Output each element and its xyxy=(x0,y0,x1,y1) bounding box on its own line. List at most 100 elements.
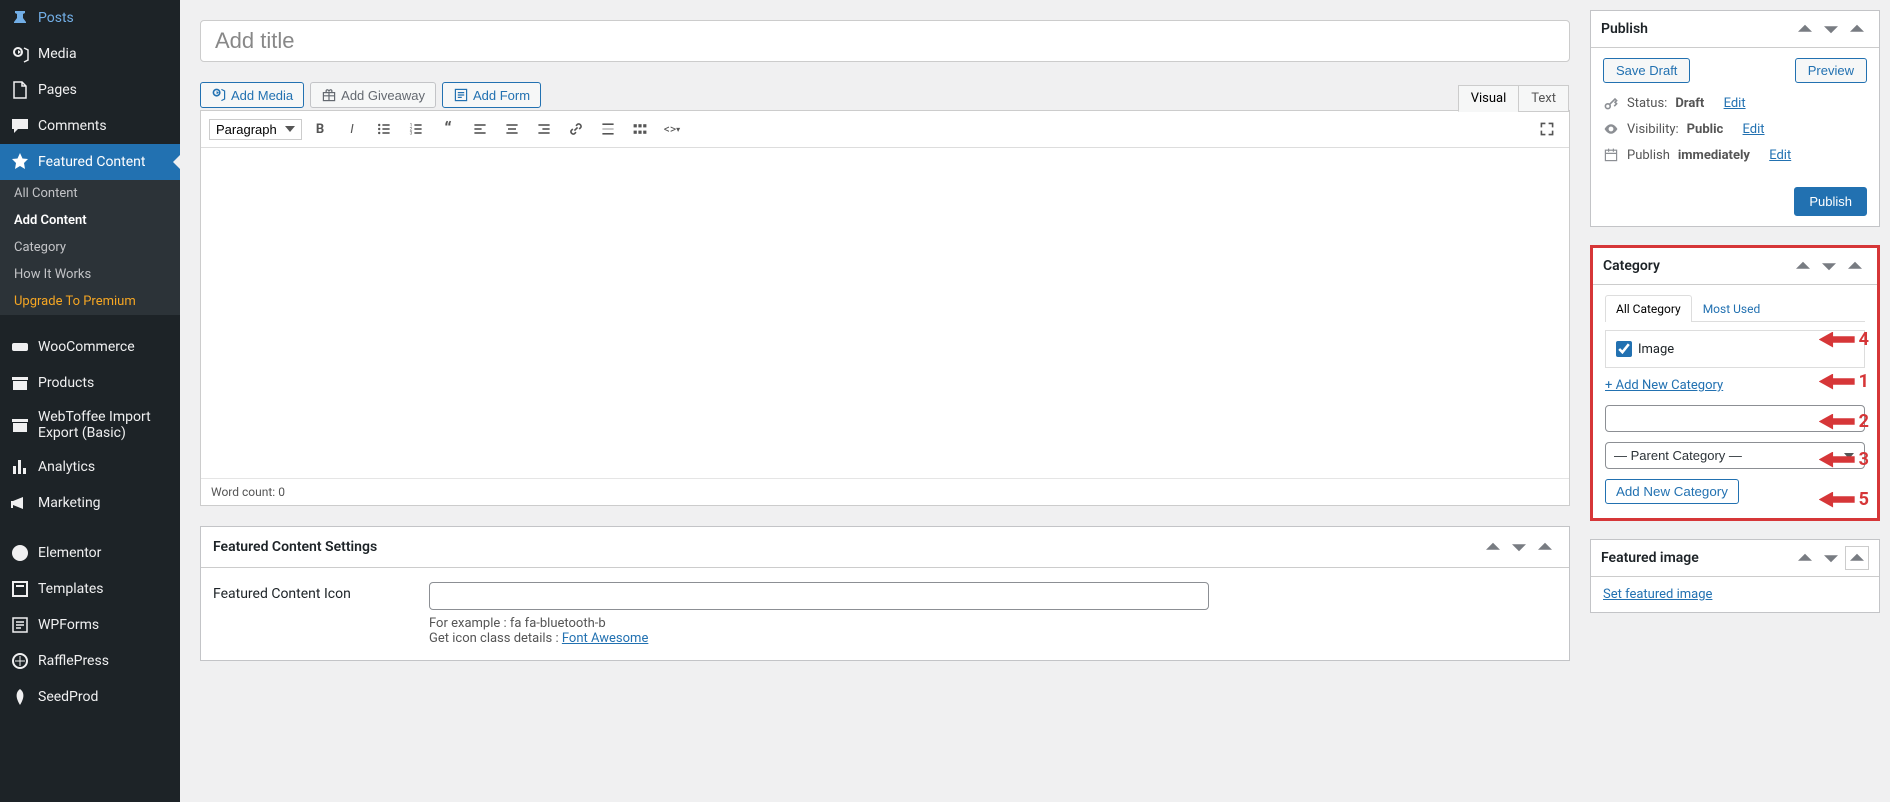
sidebar-item-comments[interactable]: Comments xyxy=(0,108,180,144)
submenu-add-content[interactable]: Add Content xyxy=(0,207,180,234)
align-center-button[interactable] xyxy=(498,115,526,143)
seed-icon xyxy=(10,687,30,707)
save-draft-button[interactable]: Save Draft xyxy=(1603,58,1690,83)
quote-button[interactable]: “ xyxy=(434,115,462,143)
sidebar-item-templates[interactable]: Templates xyxy=(0,571,180,607)
add-media-button[interactable]: Add Media xyxy=(200,82,304,108)
move-up-button[interactable] xyxy=(1793,546,1817,570)
category-checkbox[interactable] xyxy=(1616,341,1632,357)
submenu-how-it-works[interactable]: How It Works xyxy=(0,261,180,288)
submenu-upgrade[interactable]: Upgrade To Premium xyxy=(0,288,180,315)
format-select[interactable]: Paragraph xyxy=(209,119,302,140)
tab-text[interactable]: Text xyxy=(1518,85,1569,112)
category-title: Category xyxy=(1603,258,1791,274)
featured-image-title: Featured image xyxy=(1601,550,1793,566)
edit-status-link[interactable]: Edit xyxy=(1724,96,1746,111)
annotation-arrow-4: 4 xyxy=(1819,329,1869,350)
publish-button[interactable]: Publish xyxy=(1794,187,1867,216)
toolbar-toggle-button[interactable] xyxy=(626,115,654,143)
icon-help: For example : fa fa-bluetooth-b Get icon… xyxy=(429,616,1557,646)
move-down-button[interactable] xyxy=(1819,17,1843,41)
sidebar-item-analytics[interactable]: Analytics xyxy=(0,449,180,485)
italic-button[interactable]: I xyxy=(338,115,366,143)
sidebar-item-label: Templates xyxy=(38,581,104,597)
add-category-button[interactable]: Add New Category xyxy=(1605,479,1739,504)
bullet-list-button[interactable] xyxy=(370,115,398,143)
submenu-all-content[interactable]: All Content xyxy=(0,180,180,207)
move-down-button[interactable] xyxy=(1817,254,1841,278)
tab-most-used[interactable]: Most Used xyxy=(1692,295,1772,322)
star-icon xyxy=(10,152,30,172)
add-category-link[interactable]: + Add New Category xyxy=(1605,378,1723,393)
submenu-category[interactable]: Category xyxy=(0,234,180,261)
move-up-button[interactable] xyxy=(1793,17,1817,41)
megaphone-icon xyxy=(10,493,30,513)
readmore-button[interactable] xyxy=(594,115,622,143)
featured-settings-box: Featured Content Settings Featured Conte… xyxy=(200,526,1570,661)
code-button[interactable]: <>▾ xyxy=(658,115,686,143)
sidebar-item-media[interactable]: Media xyxy=(0,36,180,72)
set-featured-image-link[interactable]: Set featured image xyxy=(1603,587,1712,602)
sidebar-item-webtoffee[interactable]: WebToffee Import Export (Basic) xyxy=(0,401,180,449)
page-icon xyxy=(10,80,30,100)
archive-icon xyxy=(10,373,30,393)
toggle-button[interactable] xyxy=(1533,535,1557,559)
sidebar-item-marketing[interactable]: Marketing xyxy=(0,485,180,521)
toggle-button[interactable] xyxy=(1845,17,1869,41)
link-button[interactable] xyxy=(562,115,590,143)
editor-toolbar: Paragraph B I 123 “ <>▾ xyxy=(201,111,1569,148)
sidebar-item-label: WooCommerce xyxy=(38,339,135,355)
annotation-arrow-3: 3 xyxy=(1819,449,1869,470)
sidebar-item-label: SeedProd xyxy=(38,689,98,705)
toggle-button[interactable] xyxy=(1845,546,1869,570)
edit-visibility-link[interactable]: Edit xyxy=(1743,122,1765,137)
fullscreen-button[interactable] xyxy=(1533,115,1561,143)
add-giveaway-button[interactable]: Add Giveaway xyxy=(310,82,436,108)
sidebar-item-label: WPForms xyxy=(38,617,99,633)
pin-icon xyxy=(10,8,30,28)
media-icon xyxy=(211,87,227,103)
icon-input[interactable] xyxy=(429,582,1209,610)
sidebar-item-pages[interactable]: Pages xyxy=(0,72,180,108)
move-down-button[interactable] xyxy=(1819,546,1843,570)
form-icon xyxy=(453,87,469,103)
sidebar-item-elementor[interactable]: Elementor xyxy=(0,535,180,571)
bold-button[interactable]: B xyxy=(306,115,334,143)
tab-visual[interactable]: Visual xyxy=(1458,85,1520,112)
publish-title: Publish xyxy=(1601,21,1793,37)
media-buttons: Add Media Add Giveaway Add Form xyxy=(200,82,1570,108)
align-left-button[interactable] xyxy=(466,115,494,143)
sidebar-item-posts[interactable]: Posts xyxy=(0,0,180,36)
templates-icon xyxy=(10,579,30,599)
sidebar-item-featured-content[interactable]: Featured Content xyxy=(0,144,180,180)
title-input[interactable] xyxy=(200,20,1570,62)
sidebar-item-woocommerce[interactable]: WooCommerce xyxy=(0,329,180,365)
number-list-button[interactable]: 123 xyxy=(402,115,430,143)
sidebar-item-products[interactable]: Products xyxy=(0,365,180,401)
move-up-button[interactable] xyxy=(1791,254,1815,278)
align-right-button[interactable] xyxy=(530,115,558,143)
editor-footer: Word count: 0 xyxy=(201,478,1569,505)
annotation-arrow-2: 2 xyxy=(1819,411,1869,432)
sidebar-item-seedprod[interactable]: SeedProd xyxy=(0,679,180,715)
add-form-button[interactable]: Add Form xyxy=(442,82,541,108)
right-sidebar: Publish Save Draft Preview Status: Draft… xyxy=(1590,0,1890,802)
tab-all-category[interactable]: All Category xyxy=(1605,295,1692,322)
toggle-button[interactable] xyxy=(1843,254,1867,278)
sidebar-item-wpforms[interactable]: WPForms xyxy=(0,607,180,643)
woo-icon xyxy=(10,337,30,357)
sidebar-item-rafflepress[interactable]: RafflePress xyxy=(0,643,180,679)
media-icon xyxy=(10,44,30,64)
font-awesome-link[interactable]: Font Awesome xyxy=(562,631,648,646)
eye-icon xyxy=(1603,121,1619,137)
editor: Visual Text Paragraph B I 123 “ <>▾ xyxy=(200,110,1570,506)
sidebar-submenu: All Content Add Content Category How It … xyxy=(0,180,180,315)
sidebar-item-label: Posts xyxy=(38,10,74,26)
edit-schedule-link[interactable]: Edit xyxy=(1769,148,1791,163)
preview-button[interactable]: Preview xyxy=(1795,58,1867,83)
category-box: Category All Category Most Used Image xyxy=(1590,245,1880,521)
move-up-button[interactable] xyxy=(1481,535,1505,559)
move-down-button[interactable] xyxy=(1507,535,1531,559)
sidebar-item-label: Marketing xyxy=(38,495,101,511)
editor-body[interactable] xyxy=(201,148,1569,478)
